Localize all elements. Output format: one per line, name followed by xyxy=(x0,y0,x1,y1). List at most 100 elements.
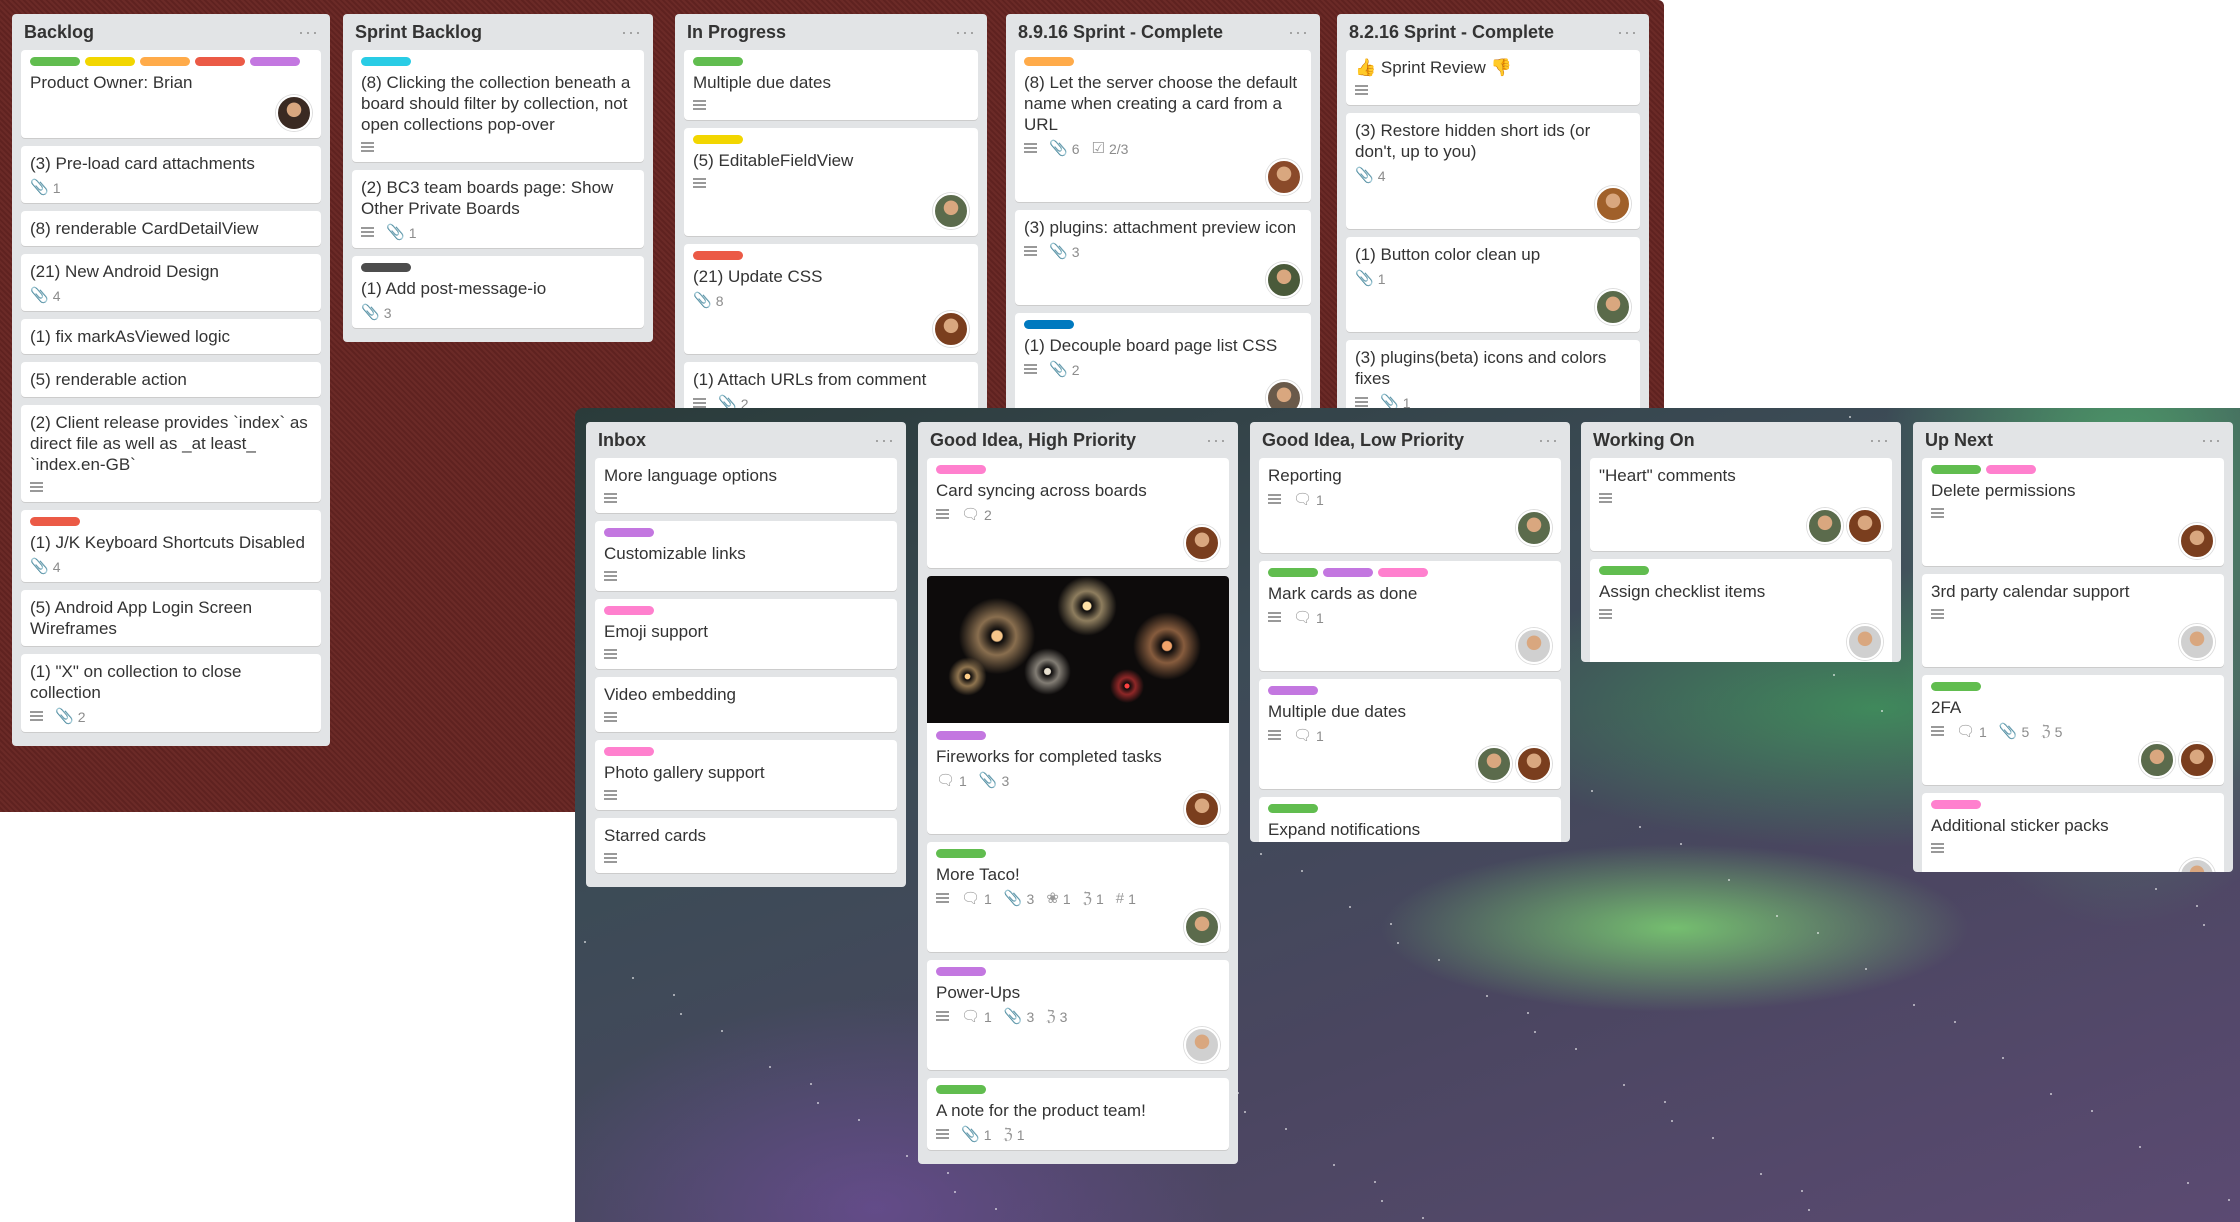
label-pink[interactable] xyxy=(1931,800,1981,809)
card[interactable]: Video embedding xyxy=(595,677,897,732)
avatar[interactable] xyxy=(1516,746,1552,782)
label-purple[interactable] xyxy=(1268,686,1318,695)
card[interactable]: "Heart" comments xyxy=(1590,458,1892,551)
card[interactable]: (5) renderable action xyxy=(21,362,321,397)
avatar[interactable] xyxy=(1807,508,1843,544)
card[interactable]: (5) EditableFieldView xyxy=(684,128,978,236)
label-red[interactable] xyxy=(195,57,245,66)
list-menu-button[interactable]: ··· xyxy=(298,23,319,41)
label-cyan[interactable] xyxy=(361,57,411,66)
card[interactable]: Customizable links xyxy=(595,521,897,591)
label-green[interactable] xyxy=(30,57,80,66)
avatar[interactable] xyxy=(2179,624,2215,660)
avatar[interactable] xyxy=(1184,791,1220,827)
card[interactable]: More language options xyxy=(595,458,897,513)
list-menu-button[interactable]: ··· xyxy=(1206,431,1227,449)
card[interactable]: (21) New Android Design 📎 4 xyxy=(21,254,321,311)
card[interactable]: Photo gallery support xyxy=(595,740,897,810)
card[interactable]: (8) Let the server choose the default na… xyxy=(1015,50,1311,202)
label-red[interactable] xyxy=(693,251,743,260)
label-green[interactable] xyxy=(1931,682,1981,691)
avatar[interactable] xyxy=(1847,624,1883,660)
card[interactable]: (3) plugins: attachment preview icon 📎 3 xyxy=(1015,210,1311,305)
avatar[interactable] xyxy=(1266,262,1302,298)
list-menu-button[interactable]: ··· xyxy=(1869,431,1890,449)
card[interactable]: (1) Decouple board page list CSS 📎 2 xyxy=(1015,313,1311,414)
avatar[interactable] xyxy=(1595,186,1631,222)
card[interactable]: Card syncing across boards 🗨 2 xyxy=(927,458,1229,568)
card[interactable]: Starred cards xyxy=(595,818,897,873)
list-menu-button[interactable]: ··· xyxy=(955,23,976,41)
avatar[interactable] xyxy=(2179,858,2215,872)
card[interactable]: 👍 Sprint Review 👎 xyxy=(1346,50,1640,105)
label-yellow[interactable] xyxy=(693,135,743,144)
avatar[interactable] xyxy=(933,311,969,347)
card[interactable]: (2) BC3 team boards page: Show Other Pri… xyxy=(352,170,644,248)
list-menu-button[interactable]: ··· xyxy=(621,23,642,41)
list-menu-button[interactable]: ··· xyxy=(2201,431,2222,449)
label-blue[interactable] xyxy=(1024,320,1074,329)
avatar[interactable] xyxy=(2139,742,2175,778)
label-red[interactable] xyxy=(30,517,80,526)
label-green[interactable] xyxy=(1268,804,1318,813)
list-menu-button[interactable]: ··· xyxy=(874,431,895,449)
label-purple[interactable] xyxy=(936,967,986,976)
label-black[interactable] xyxy=(361,263,411,272)
label-green[interactable] xyxy=(936,849,986,858)
avatar[interactable] xyxy=(2179,523,2215,559)
label-pink[interactable] xyxy=(936,465,986,474)
avatar[interactable] xyxy=(1595,289,1631,325)
card[interactable]: Assign checklist items xyxy=(1590,559,1892,662)
card[interactable]: (1) J/K Keyboard Shortcuts Disabled 📎 4 xyxy=(21,510,321,582)
label-green[interactable] xyxy=(1599,566,1649,575)
card[interactable]: (3) plugins(beta) icons and colors fixes… xyxy=(1346,340,1640,414)
card[interactable]: (1) "X" on collection to close collectio… xyxy=(21,654,321,732)
card[interactable]: (21) Update CSS 📎 8 xyxy=(684,244,978,354)
label-green[interactable] xyxy=(1268,568,1318,577)
avatar[interactable] xyxy=(1184,1027,1220,1063)
card[interactable]: Additional sticker packs xyxy=(1922,793,2224,872)
list-menu-button[interactable]: ··· xyxy=(1617,23,1638,41)
card[interactable]: Mark cards as done 🗨 1 xyxy=(1259,561,1561,671)
card[interactable]: (3) Pre-load card attachments 📎 1 xyxy=(21,146,321,203)
avatar[interactable] xyxy=(1476,746,1512,782)
label-orange[interactable] xyxy=(140,57,190,66)
label-purple[interactable] xyxy=(1323,568,1373,577)
avatar[interactable] xyxy=(1516,628,1552,664)
avatar[interactable] xyxy=(276,95,312,131)
label-green[interactable] xyxy=(936,1085,986,1094)
label-pink[interactable] xyxy=(1986,465,2036,474)
label-green[interactable] xyxy=(1931,465,1981,474)
label-yellow[interactable] xyxy=(85,57,135,66)
avatar[interactable] xyxy=(933,193,969,229)
card[interactable]: Product Owner: Brian xyxy=(21,50,321,138)
label-pink[interactable] xyxy=(604,747,654,756)
card[interactable]: (1) Add post-message-io 📎 3 xyxy=(352,256,644,328)
avatar[interactable] xyxy=(1516,510,1552,546)
card[interactable]: (1) fix markAsViewed logic xyxy=(21,319,321,354)
card[interactable]: 2FA 🗨 1 📎 5 ℨ 5 xyxy=(1922,675,2224,785)
card[interactable]: (8) Clicking the collection beneath a bo… xyxy=(352,50,644,162)
list-menu-button[interactable]: ··· xyxy=(1288,23,1309,41)
card[interactable]: 3rd party calendar support xyxy=(1922,574,2224,667)
label-purple[interactable] xyxy=(604,528,654,537)
label-purple[interactable] xyxy=(936,731,986,740)
card[interactable]: (2) Client release provides `index` as d… xyxy=(21,405,321,502)
card[interactable]: Delete permissions xyxy=(1922,458,2224,566)
card[interactable]: Expand notifications🗨1📎1ℨ1 xyxy=(1259,797,1561,842)
label-purple[interactable] xyxy=(250,57,300,66)
label-pink[interactable] xyxy=(1378,568,1428,577)
card[interactable]: (3) Restore hidden short ids (or don't, … xyxy=(1346,113,1640,229)
card[interactable]: (1) Button color clean up 📎 1 xyxy=(1346,237,1640,332)
card[interactable]: (8) renderable CardDetailView xyxy=(21,211,321,246)
avatar[interactable] xyxy=(1184,525,1220,561)
card[interactable]: Emoji support xyxy=(595,599,897,669)
card[interactable]: Power-Ups 🗨 1 📎 3 ℨ 3 xyxy=(927,960,1229,1070)
card[interactable]: Fireworks for completed tasks 🗨 1 📎 3 xyxy=(927,576,1229,834)
card[interactable]: A note for the product team! 📎 1 ℨ 1 xyxy=(927,1078,1229,1150)
list-menu-button[interactable]: ··· xyxy=(1538,431,1559,449)
label-pink[interactable] xyxy=(604,606,654,615)
avatar[interactable] xyxy=(2179,742,2215,778)
card[interactable]: (5) Android App Login Screen Wireframes xyxy=(21,590,321,646)
card[interactable]: Multiple due dates xyxy=(684,50,978,120)
